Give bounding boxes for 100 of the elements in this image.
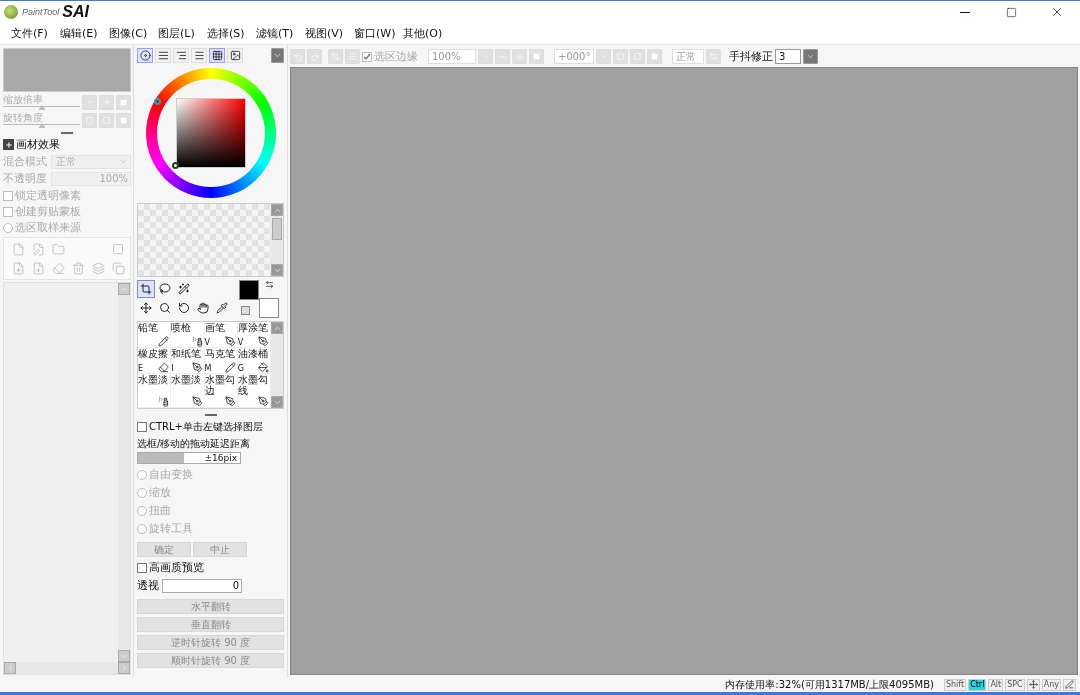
scrollbar[interactable] [118,283,130,662]
brush-button[interactable]: 水墨勾边 [204,374,238,408]
rotate-left-button[interactable] [613,49,628,64]
scroll-left-button[interactable] [4,662,16,674]
radio-button[interactable] [137,487,147,498]
brush-button[interactable]: 厚涂笔 V [237,322,271,348]
dropdown-button[interactable] [803,49,818,64]
background-color[interactable] [259,298,279,318]
radio-button[interactable] [137,469,147,480]
scroll-right-button[interactable] [118,662,130,674]
scrollbar[interactable] [4,662,130,674]
reset-button[interactable] [647,49,662,64]
rotate-left-button[interactable] [82,112,97,128]
brush-button[interactable]: 橡皮擦 E [138,348,172,374]
tool-button[interactable] [156,280,174,298]
mask-button[interactable] [110,241,126,257]
panel-menu-button[interactable] [271,48,284,63]
hue-marker[interactable] [153,98,161,105]
drag-distance-slider[interactable]: ±16pix [137,452,241,464]
scroll-down-button[interactable] [271,396,283,408]
color-panel-tab[interactable] [209,48,225,63]
slider-thumb[interactable] [38,105,46,110]
reset-button[interactable] [529,49,544,64]
radio-button[interactable] [3,222,13,233]
tool-button[interactable] [175,280,193,298]
deselect-button[interactable] [328,49,343,64]
menu-item[interactable]: 文件(F) [6,26,55,41]
option-label: 选区边缘 [374,49,418,64]
eraser-icon [51,261,65,275]
scroll-up-button[interactable] [271,204,283,216]
new-folder-button[interactable] [50,241,66,257]
splitter-grip[interactable] [61,131,73,134]
rotate-right-button[interactable] [99,112,114,128]
radio-button[interactable] [137,505,147,516]
color-panel-tab[interactable] [137,48,153,63]
brush-button[interactable]: 画笔 V [204,322,238,348]
checkbox[interactable] [137,562,147,573]
slider-thumb[interactable] [38,123,46,128]
modifier-key-indicator: SPC [1005,678,1025,691]
stabilizer-field[interactable]: 3 [775,49,801,64]
color-square[interactable] [175,98,246,168]
scrollbar[interactable] [271,322,283,408]
layers-icon [91,261,105,275]
swap-colors-button[interactable] [265,280,274,289]
checkbox[interactable] [3,190,13,201]
color-marker[interactable] [171,162,179,169]
scroll-down-button[interactable] [118,650,130,662]
menu-item[interactable]: 编辑(E) [55,26,104,41]
menu-item[interactable]: 图像(C) [104,26,153,41]
zoom-out-button[interactable] [82,94,97,110]
tool-button[interactable] [137,280,155,298]
menu-item[interactable]: 其他(O) [398,26,447,41]
menu-item[interactable]: 窗口(W) [349,26,398,41]
menu-item[interactable]: 视图(V) [300,26,349,41]
modifier-key-indicator: Any [1041,678,1061,691]
option-label: 选区取样来源 [15,220,81,235]
brush-button[interactable]: 水墨淡 [171,374,205,408]
rotate-icon [178,302,190,314]
scroll-down-button[interactable] [271,264,283,276]
expand-button[interactable] [3,139,14,150]
reset-colors-button[interactable] [241,306,250,315]
flip-view-button[interactable] [706,49,721,64]
brush-button[interactable]: 和纸笔 I [171,348,205,374]
duplicate-button[interactable] [110,260,126,276]
menu-item[interactable]: 选择(S) [202,26,251,41]
brush-button[interactable]: 喷枪 [171,322,205,348]
zoom-in-button[interactable] [99,94,114,110]
undo-button[interactable] [290,49,305,64]
scrollbar[interactable] [271,204,283,276]
checkbox[interactable] [137,422,147,432]
splitter-grip[interactable] [204,413,217,416]
scroll-up-button[interactable] [118,283,130,295]
folder-icon [51,242,65,256]
menu-item[interactable]: 图层(L) [153,26,202,41]
minimize-icon [960,11,970,13]
foreground-color[interactable] [239,280,259,300]
clear-layer-button[interactable] [50,260,66,276]
brush-button[interactable]: 水墨淡 [138,374,172,408]
pen-icon [191,362,203,373]
zoom-out-button[interactable] [495,49,510,64]
checkbox[interactable] [3,206,13,217]
perspective-field[interactable]: 0 [162,578,242,593]
modifier-key-indicator: Ctrl [968,678,987,691]
scroll-up-button[interactable] [271,322,283,334]
brush-button[interactable]: 马克笔 M [204,348,238,374]
zoom-in-button[interactable] [512,49,527,64]
option-label: 高画质预览 [149,560,204,575]
scroll-thumb[interactable] [272,218,282,240]
redo-button[interactable] [307,49,322,64]
brush-button[interactable]: 铅笔 [138,322,172,348]
merge-layers-button[interactable] [90,260,106,276]
menu-item[interactable]: 滤镜(T) [251,26,300,41]
reset-button[interactable] [116,94,131,110]
reset-button[interactable] [116,112,131,128]
radio-button[interactable] [137,523,147,534]
brush-button[interactable]: 油漆桶 G [237,348,271,374]
rotate-right-button[interactable] [630,49,645,64]
delete-layer-button[interactable] [70,260,86,276]
brush-button[interactable]: 水墨勾线 [237,374,271,408]
checkbox[interactable] [362,51,372,62]
